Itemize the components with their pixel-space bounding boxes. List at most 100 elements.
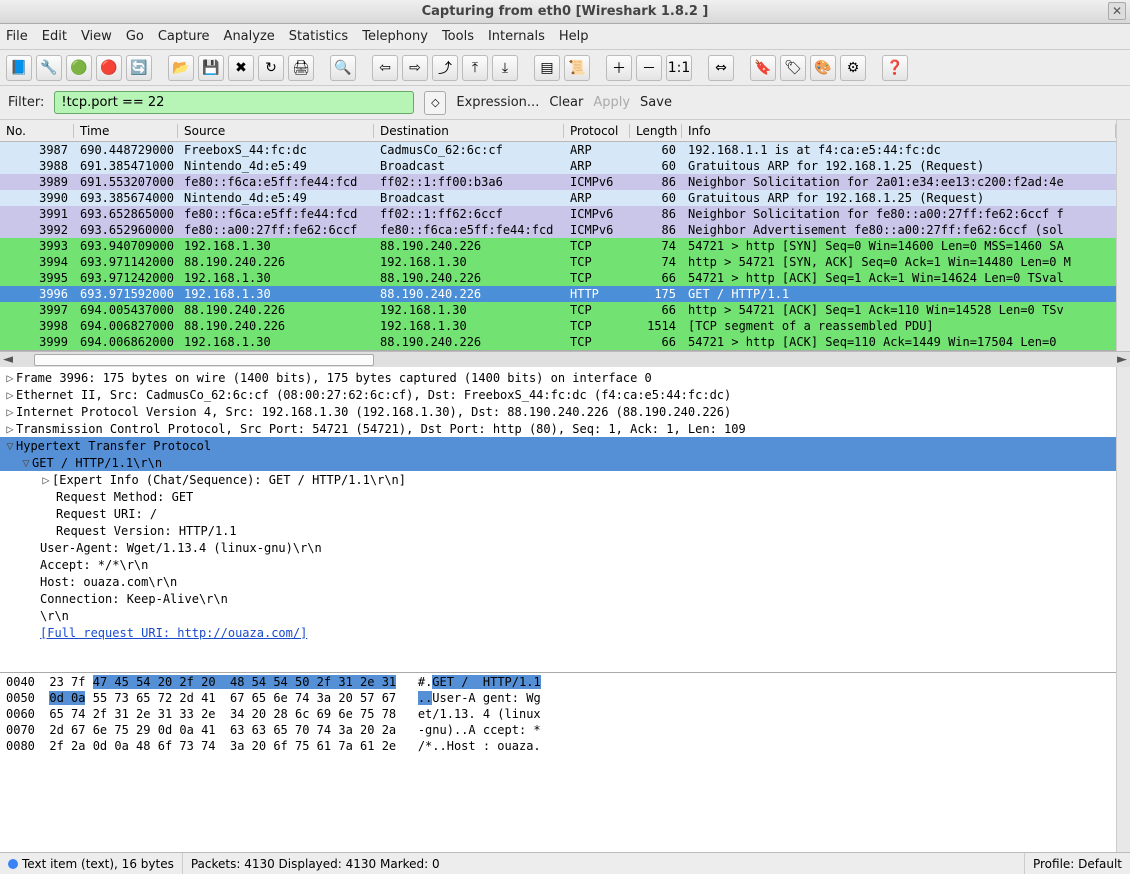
tree-toggle-icon[interactable]: ▷ xyxy=(40,473,52,487)
hex-offset: 0070 xyxy=(6,723,35,737)
menubar: File Edit View Go Capture Analyze Statis… xyxy=(0,24,1130,50)
window-title: Capturing from eth0 [Wireshark 1.8.2 ] xyxy=(422,4,709,19)
menu-telephony[interactable]: Telephony xyxy=(362,29,428,44)
packet-list-scrollbar[interactable] xyxy=(1116,120,1130,351)
packet-row[interactable]: 3995693.971242000192.168.1.3088.190.240.… xyxy=(0,270,1116,286)
packet-list-header: No. Time Source Destination Protocol Len… xyxy=(0,120,1116,142)
column-time[interactable]: Time xyxy=(74,124,178,138)
auto-scroll-icon[interactable]: 📜 xyxy=(564,55,590,81)
restart-capture-icon[interactable]: 🔄 xyxy=(126,55,152,81)
hex-scrollbar[interactable] xyxy=(1116,673,1130,852)
status-profile[interactable]: Profile: Default xyxy=(1033,857,1122,871)
save-icon[interactable]: 💾 xyxy=(198,55,224,81)
filter-save-button[interactable]: Save xyxy=(640,95,672,110)
coloring-rules-icon[interactable]: 🎨 xyxy=(810,55,836,81)
window-close-button[interactable]: ✕ xyxy=(1108,2,1126,20)
filter-label: Filter: xyxy=(8,95,44,110)
tree-toggle-icon[interactable]: ▽ xyxy=(20,456,32,470)
zoom-out-icon[interactable]: － xyxy=(636,55,662,81)
menu-internals[interactable]: Internals xyxy=(488,29,545,44)
expert-info-icon[interactable] xyxy=(8,859,18,869)
titlebar: Capturing from eth0 [Wireshark 1.8.2 ] ✕ xyxy=(0,0,1130,24)
detail-ip: Internet Protocol Version 4, Src: 192.16… xyxy=(16,405,731,419)
start-capture-icon[interactable]: 🟢 xyxy=(66,55,92,81)
menu-analyze[interactable]: Analyze xyxy=(224,29,275,44)
display-filters-icon[interactable]: 🏷 xyxy=(780,55,806,81)
colorize-icon[interactable]: ▤ xyxy=(534,55,560,81)
open-icon[interactable]: 📂 xyxy=(168,55,194,81)
hex-pane[interactable]: 0040 23 7f 47 45 54 20 2f 20 48 54 54 50… xyxy=(0,673,1116,852)
tree-toggle-icon[interactable]: ▷ xyxy=(4,388,16,402)
column-protocol[interactable]: Protocol xyxy=(564,124,630,138)
packet-row[interactable]: 3994693.97114200088.190.240.226192.168.1… xyxy=(0,254,1116,270)
menu-go[interactable]: Go xyxy=(126,29,144,44)
packet-row[interactable]: 3989691.553207000fe80::f6ca:e5ff:fe44:fc… xyxy=(0,174,1116,190)
detail-host: Host: ouaza.com\r\n xyxy=(40,575,177,589)
filter-history-spinner[interactable]: ◇ xyxy=(424,91,446,115)
filter-expression-button[interactable]: Expression... xyxy=(456,95,539,110)
filter-apply-button[interactable]: Apply xyxy=(593,95,630,110)
capture-filters-icon[interactable]: 🔖 xyxy=(750,55,776,81)
capture-options-icon[interactable]: 🔧 xyxy=(36,55,62,81)
hex-offset: 0040 xyxy=(6,675,35,689)
packet-row[interactable]: 3991693.652865000fe80::f6ca:e5ff:fe44:fc… xyxy=(0,206,1116,222)
menu-view[interactable]: View xyxy=(81,29,112,44)
tree-toggle-icon[interactable]: ▽ xyxy=(4,439,16,453)
go-first-icon[interactable]: ⤒ xyxy=(462,55,488,81)
packet-row[interactable]: 3992693.652960000fe80::a00:27ff:fe62:6cc… xyxy=(0,222,1116,238)
packet-row[interactable]: 3990693.385674000Nintendo_4d:e5:49Broadc… xyxy=(0,190,1116,206)
menu-tools[interactable]: Tools xyxy=(442,29,474,44)
packet-row[interactable]: 3999694.006862000192.168.1.3088.190.240.… xyxy=(0,334,1116,350)
packet-list-hscroll[interactable]: ◄ ► xyxy=(0,351,1130,367)
reload-icon[interactable]: ↻ xyxy=(258,55,284,81)
close-file-icon[interactable]: ✖ xyxy=(228,55,254,81)
toolbar: 📘 🔧 🟢 🔴 🔄 📂 💾 ✖ ↻ 🖨 🔍 ⇦ ⇨ ⤴ ⤒ ⤓ ▤ 📜 ＋ － … xyxy=(0,50,1130,86)
packet-row[interactable]: 3998694.00682700088.190.240.226192.168.1… xyxy=(0,318,1116,334)
column-destination[interactable]: Destination xyxy=(374,124,564,138)
resize-columns-icon[interactable]: ⇔ xyxy=(708,55,734,81)
print-icon[interactable]: 🖨 xyxy=(288,55,314,81)
filter-input[interactable] xyxy=(54,91,414,114)
go-to-packet-icon[interactable]: ⤴ xyxy=(432,55,458,81)
go-forward-icon[interactable]: ⇨ xyxy=(402,55,428,81)
detail-method: Request Method: GET xyxy=(56,490,193,504)
detail-connection: Connection: Keep-Alive\r\n xyxy=(40,592,228,606)
detail-uri: Request URI: / xyxy=(56,507,157,521)
packet-details[interactable]: ▷Frame 3996: 175 bytes on wire (1400 bit… xyxy=(0,367,1116,673)
packet-row[interactable]: 3988691.385471000Nintendo_4d:e5:49Broadc… xyxy=(0,158,1116,174)
column-info[interactable]: Info xyxy=(682,124,1116,138)
detail-ethernet: Ethernet II, Src: CadmusCo_62:6c:cf (08:… xyxy=(16,388,731,402)
packet-list[interactable]: 3987690.448729000FreeboxS_44:fc:dcCadmus… xyxy=(0,142,1116,351)
detail-frame: Frame 3996: 175 bytes on wire (1400 bits… xyxy=(16,371,652,385)
preferences-icon[interactable]: ⚙ xyxy=(840,55,866,81)
packet-row[interactable]: 3997694.00543700088.190.240.226192.168.1… xyxy=(0,302,1116,318)
tree-toggle-icon[interactable]: ▷ xyxy=(4,422,16,436)
menu-file[interactable]: File xyxy=(6,29,28,44)
details-scrollbar[interactable] xyxy=(1116,367,1130,673)
stop-capture-icon[interactable]: 🔴 xyxy=(96,55,122,81)
help-icon[interactable]: ❓ xyxy=(882,55,908,81)
statusbar: Text item (text), 16 bytes Packets: 4130… xyxy=(0,852,1130,874)
packet-row[interactable]: 3996693.971592000192.168.1.3088.190.240.… xyxy=(0,286,1116,302)
menu-help[interactable]: Help xyxy=(559,29,589,44)
packet-row[interactable]: 3987690.448729000FreeboxS_44:fc:dcCadmus… xyxy=(0,142,1116,158)
menu-statistics[interactable]: Statistics xyxy=(289,29,348,44)
detail-crlf: \r\n xyxy=(40,609,69,623)
column-length[interactable]: Length xyxy=(630,124,682,138)
zoom-in-icon[interactable]: ＋ xyxy=(606,55,632,81)
zoom-reset-icon[interactable]: 1:1 xyxy=(666,55,692,81)
detail-ua: User-Agent: Wget/1.13.4 (linux-gnu)\r\n xyxy=(40,541,322,555)
go-last-icon[interactable]: ⤓ xyxy=(492,55,518,81)
column-source[interactable]: Source xyxy=(178,124,374,138)
packet-row[interactable]: 3993693.940709000192.168.1.3088.190.240.… xyxy=(0,238,1116,254)
tree-toggle-icon[interactable]: ▷ xyxy=(4,371,16,385)
menu-capture[interactable]: Capture xyxy=(158,29,210,44)
tree-toggle-icon[interactable]: ▷ xyxy=(4,405,16,419)
find-icon[interactable]: 🔍 xyxy=(330,55,356,81)
filter-clear-button[interactable]: Clear xyxy=(549,95,583,110)
interfaces-icon[interactable]: 📘 xyxy=(6,55,32,81)
go-back-icon[interactable]: ⇦ xyxy=(372,55,398,81)
column-no[interactable]: No. xyxy=(0,124,74,138)
detail-full-uri-link[interactable]: [Full request URI: http://ouaza.com/] xyxy=(40,626,307,640)
menu-edit[interactable]: Edit xyxy=(42,29,67,44)
